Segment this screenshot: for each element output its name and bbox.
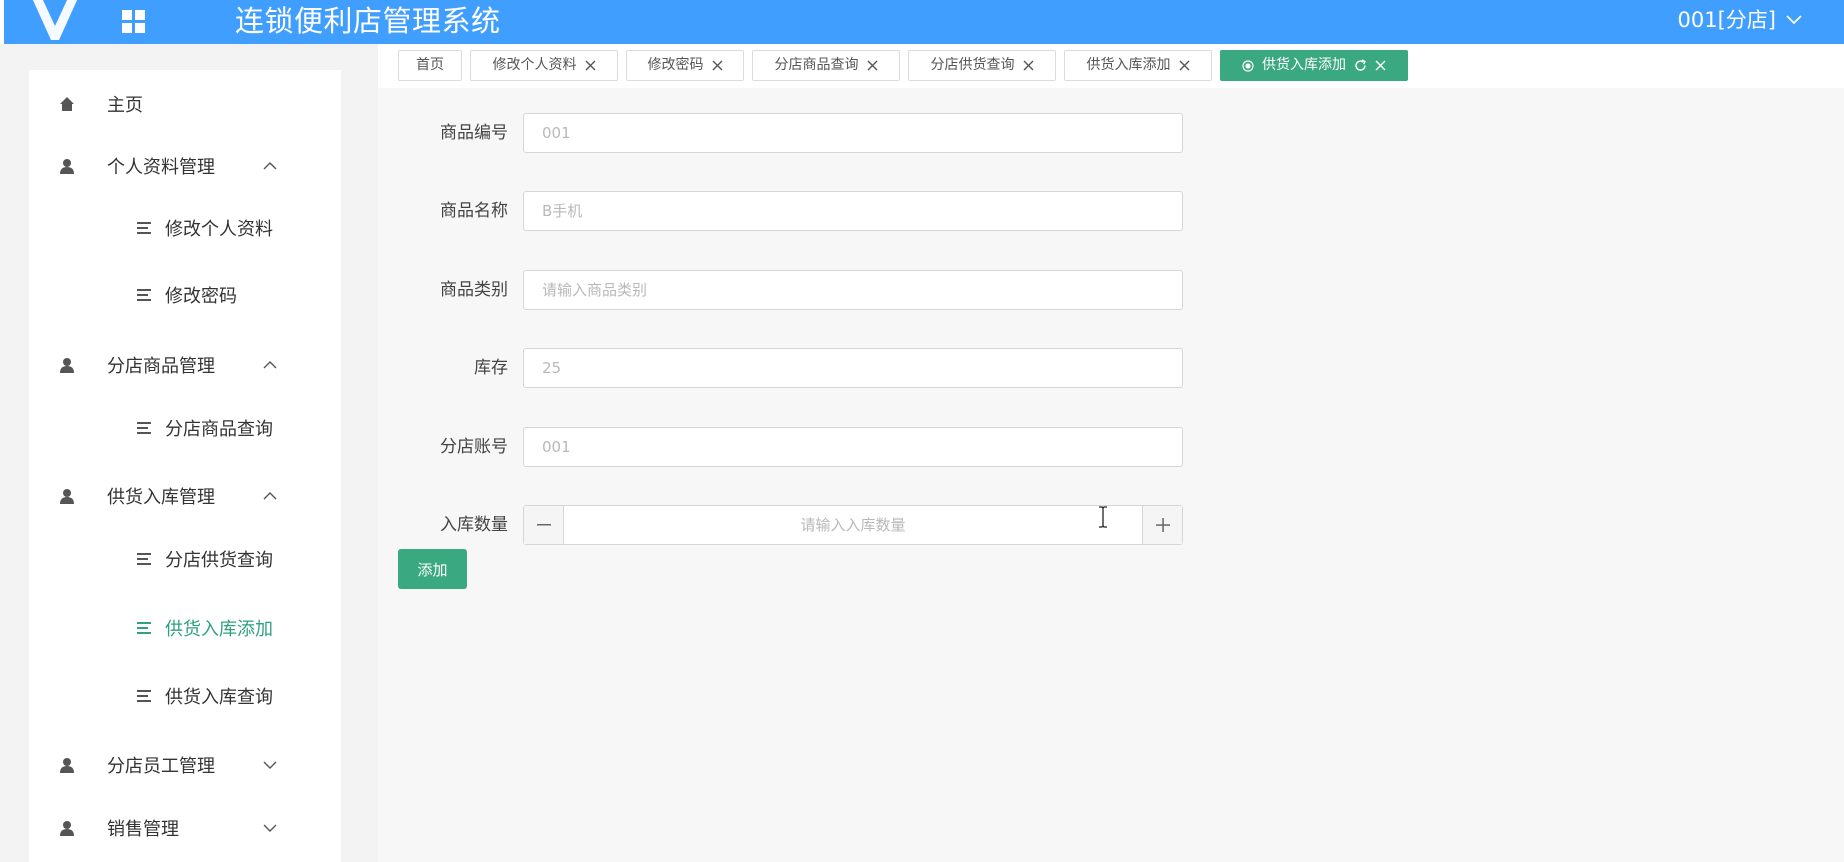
menu-grid-icon[interactable] [120, 8, 148, 36]
tab-branch-product-query[interactable]: 分店商品查询 [752, 50, 900, 81]
sidebar-item-edit-profile[interactable]: 修改个人资料 [29, 204, 341, 252]
product-name-label: 商品名称 [440, 201, 508, 221]
user-icon [60, 159, 74, 174]
sidebar-item-branch-staff-management[interactable]: 分店员工管理 [29, 741, 341, 789]
refresh-icon[interactable] [1354, 59, 1367, 72]
decrease-button[interactable] [524, 506, 564, 544]
close-icon[interactable] [1375, 60, 1386, 71]
sidebar-item-label: 修改密码 [165, 286, 237, 307]
tab-edit-profile[interactable]: 修改个人资料 [470, 50, 618, 81]
chevron-down-icon [263, 824, 277, 832]
tab-label: 供货入库添加 [1262, 57, 1346, 73]
sidebar-item-label: 主页 [107, 95, 143, 116]
close-icon[interactable] [867, 60, 878, 71]
product-code-input[interactable] [523, 113, 1183, 153]
quantity-stepper [523, 505, 1183, 545]
chevron-down-icon [1786, 15, 1802, 25]
chevron-up-icon [263, 162, 277, 170]
branch-account-label: 分店账号 [440, 437, 508, 457]
sidebar-item-branch-supply-query[interactable]: 分店供货查询 [29, 535, 341, 583]
sidebar-item-label: 供货入库管理 [107, 487, 215, 508]
sidebar-item-label: 销售管理 [107, 819, 179, 840]
form-row-quantity: 入库数量 [378, 505, 1183, 545]
sidebar-item-branch-product-management[interactable]: 分店商品管理 [29, 341, 341, 389]
user-icon [60, 489, 74, 504]
tab-change-password[interactable]: 修改密码 [626, 50, 744, 81]
sidebar-item-label: 分店供货查询 [165, 550, 273, 571]
sidebar-item-profile-management[interactable]: 个人资料管理 [29, 142, 341, 190]
tab-label: 供货入库添加 [1086, 57, 1171, 73]
sidebar-item-supply-stock-query[interactable]: 供货入库查询 [29, 672, 341, 720]
tab-home[interactable]: 首页 [398, 50, 462, 81]
sidebar-item-label: 修改个人资料 [165, 219, 273, 240]
dot-icon [1242, 59, 1254, 72]
close-icon[interactable] [585, 60, 596, 71]
sidebar-item-supply-stock-management[interactable]: 供货入库管理 [29, 472, 341, 520]
sidebar-item-sales-management[interactable]: 销售管理 [29, 804, 341, 852]
form-row-product-category: 商品类别 [378, 270, 1183, 310]
sidebar-item-label: 个人资料管理 [107, 157, 215, 178]
user-name: 001[分店] [1677, 8, 1776, 32]
product-code-label: 商品编号 [440, 123, 508, 143]
tab-supply-stock-add-active[interactable]: 供货入库添加 [1220, 50, 1408, 81]
sidebar-item-label: 分店商品管理 [107, 356, 215, 377]
tab-branch-supply-query[interactable]: 分店供货查询 [908, 50, 1056, 81]
app-title: 连锁便利店管理系统 [235, 4, 501, 38]
user-icon [60, 758, 74, 773]
sidebar-item-change-password[interactable]: 修改密码 [29, 271, 341, 319]
tab-label: 首页 [416, 57, 444, 73]
main-content: 首页 修改个人资料 修改密码 分店商品查询 分店供货查询 供货入库添加 供货入库… [378, 44, 1844, 862]
product-category-input[interactable] [523, 270, 1183, 310]
list-icon [137, 553, 151, 565]
sidebar-item-branch-product-query[interactable]: 分店商品查询 [29, 404, 341, 452]
sidebar: 主页 个人资料管理 修改个人资料 修改密码 分店商品管理 分店商品查询 供货入库… [29, 70, 341, 862]
sidebar-item-label: 分店员工管理 [107, 756, 215, 777]
close-icon[interactable] [712, 60, 723, 71]
sidebar-item-supply-stock-add[interactable]: 供货入库添加 [29, 604, 341, 652]
text-cursor-icon [1099, 506, 1107, 528]
list-icon [137, 622, 151, 634]
form-row-product-name: 商品名称 [378, 191, 1183, 231]
sidebar-item-label: 供货入库添加 [165, 619, 273, 640]
increase-button[interactable] [1142, 506, 1182, 544]
stock-input[interactable] [523, 348, 1183, 388]
user-icon [60, 358, 74, 373]
product-category-label: 商品类别 [440, 280, 508, 300]
top-header: 连锁便利店管理系统 001[分店] [4, 0, 1844, 44]
close-icon[interactable] [1179, 60, 1190, 71]
product-name-input[interactable] [523, 191, 1183, 231]
user-menu[interactable]: 001[分店] [1678, 6, 1802, 34]
list-icon [137, 289, 151, 301]
user-icon [60, 821, 74, 836]
list-icon [137, 690, 151, 702]
sidebar-item-home[interactable]: 主页 [29, 80, 341, 128]
quantity-input[interactable] [564, 506, 1142, 544]
chevron-down-icon [263, 761, 277, 769]
form-row-stock: 库存 [378, 348, 1183, 388]
branch-account-input[interactable] [523, 427, 1183, 467]
list-icon [137, 422, 151, 434]
form-row-branch-account: 分店账号 [378, 427, 1183, 467]
tab-label: 分店供货查询 [930, 57, 1015, 73]
plus-icon [1155, 518, 1170, 532]
list-icon [137, 222, 151, 234]
tab-label: 修改个人资料 [492, 57, 577, 73]
form-row-product-code: 商品编号 [378, 113, 1183, 153]
sidebar-item-label: 分店商品查询 [165, 419, 273, 440]
chevron-up-icon [263, 361, 277, 369]
sidebar-item-label: 供货入库查询 [165, 687, 273, 708]
tab-supply-stock-add[interactable]: 供货入库添加 [1064, 50, 1212, 81]
chevron-up-icon [263, 492, 277, 500]
home-icon [60, 97, 74, 111]
quantity-label: 入库数量 [440, 515, 508, 535]
tab-label: 分店商品查询 [774, 57, 859, 73]
stock-label: 库存 [474, 358, 508, 378]
tab-bar: 首页 修改个人资料 修改密码 分店商品查询 分店供货查询 供货入库添加 供货入库… [378, 44, 1844, 88]
tab-label: 修改密码 [647, 57, 704, 73]
minus-icon [536, 524, 551, 526]
app-logo-icon [32, 0, 78, 40]
close-icon[interactable] [1023, 60, 1034, 71]
add-button[interactable]: 添加 [398, 549, 467, 589]
